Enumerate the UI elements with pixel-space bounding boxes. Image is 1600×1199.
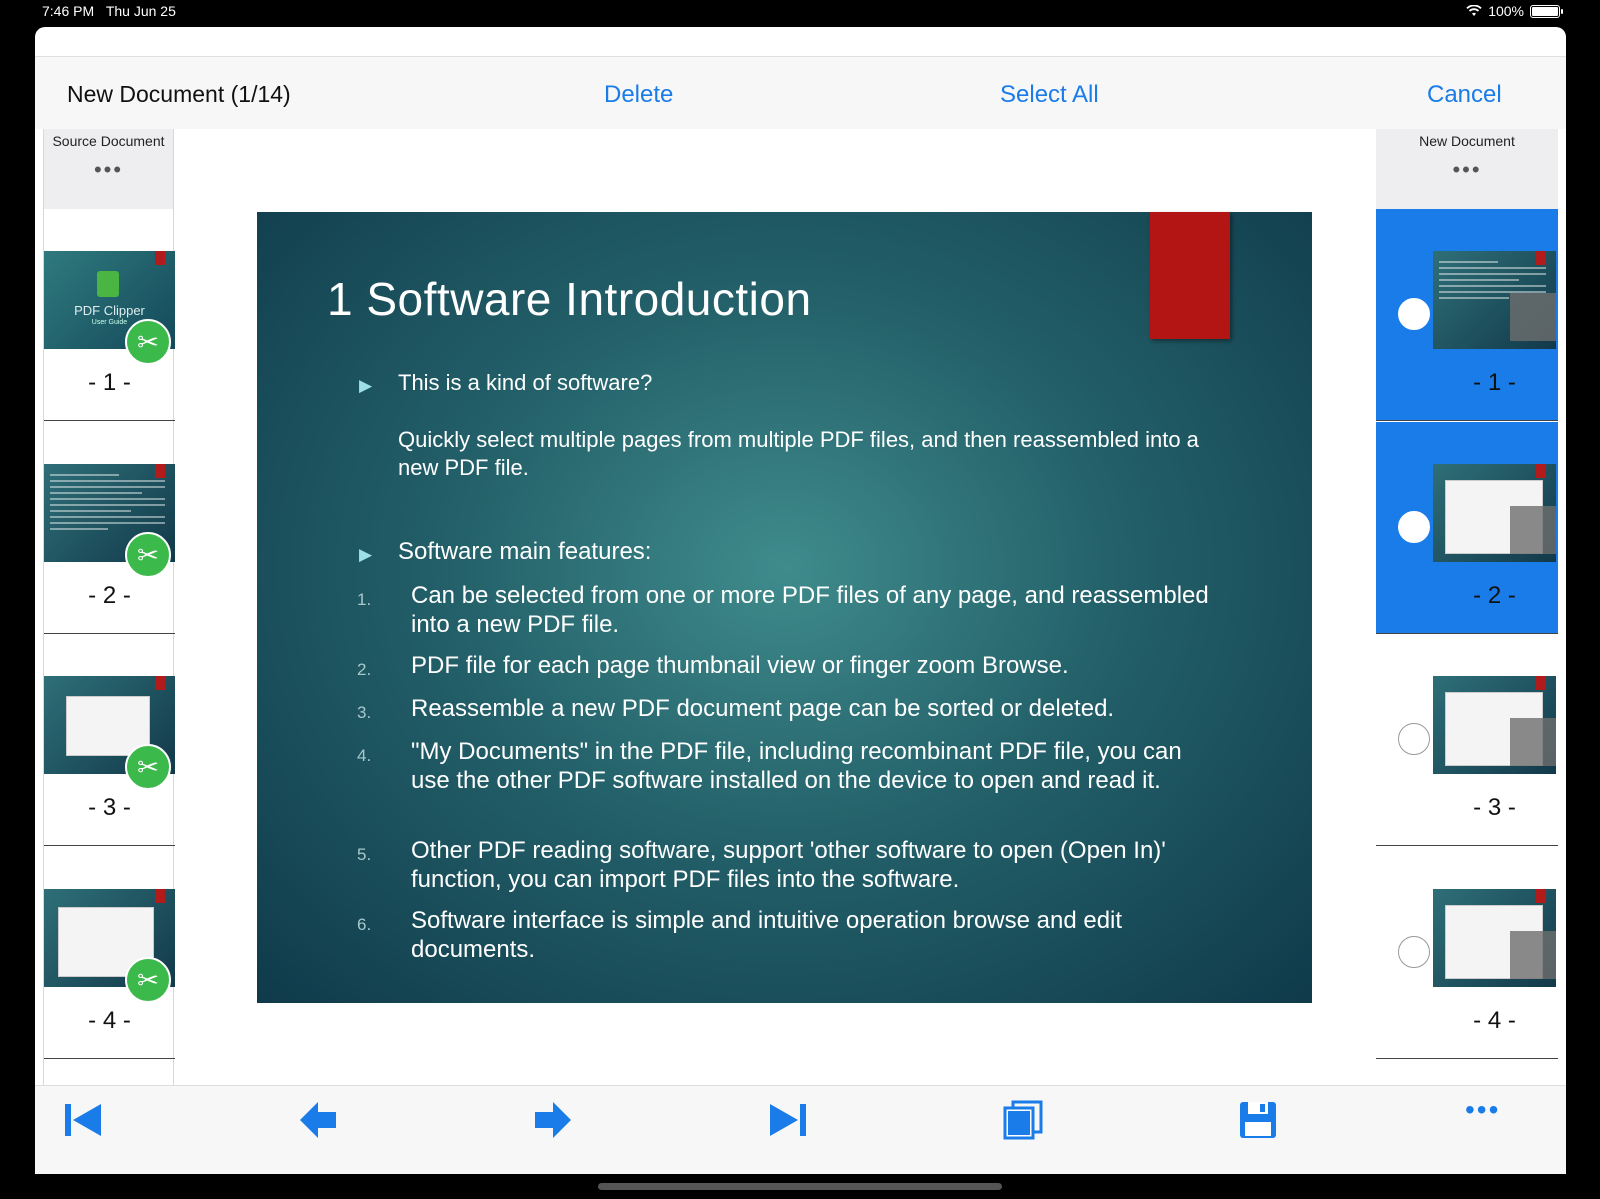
- selection-radio[interactable]: [1398, 723, 1430, 755]
- new-page-3[interactable]: - 3 -: [1376, 634, 1558, 846]
- source-page-2[interactable]: ✂ - 2 -: [44, 422, 175, 634]
- navigation-bar: New Document (1/14) Delete Select All Ca…: [35, 56, 1566, 129]
- page-number: - 3 -: [88, 794, 131, 821]
- new-more-button[interactable]: •••: [1376, 157, 1558, 183]
- selection-radio[interactable]: [1398, 511, 1430, 543]
- slide-preview[interactable]: 1 Software Introduction ▶ This is a kind…: [257, 212, 1312, 1003]
- selection-radio[interactable]: [1398, 298, 1430, 330]
- source-page-3[interactable]: ✂ - 3 -: [44, 634, 175, 846]
- feature-item: PDF file for each page thumbnail view or…: [411, 652, 1069, 679]
- feature-number: 6.: [357, 915, 372, 934]
- next-icon[interactable]: [531, 1098, 575, 1142]
- feature-item: Software interface is simple and intuiti…: [411, 907, 1123, 963]
- slide-question-2: Software main features:: [398, 538, 652, 565]
- new-page-1[interactable]: - 1 -: [1376, 209, 1558, 421]
- slide-title: 1 Software Introduction: [327, 273, 812, 325]
- page-number: - 1 -: [88, 369, 131, 396]
- page-thumbnail: [1433, 889, 1556, 987]
- previous-icon[interactable]: [296, 1098, 340, 1142]
- slide-answer-1: Quickly select multiple pages from multi…: [398, 427, 1199, 480]
- selection-radio[interactable]: [1398, 936, 1430, 968]
- source-more-button[interactable]: •••: [44, 157, 173, 183]
- pdf-clipper-logo-icon: [97, 271, 119, 297]
- more-icon[interactable]: •••: [1465, 1094, 1500, 1126]
- new-document-header: New Document •••: [1376, 129, 1558, 209]
- feature-number: 1.: [357, 590, 372, 609]
- page-number: - 2 -: [1473, 582, 1516, 609]
- source-page-4[interactable]: ✂ - 4 -: [44, 847, 175, 1059]
- scissors-icon[interactable]: ✂: [125, 532, 171, 578]
- page-thumbnail: [1433, 464, 1556, 562]
- feature-number: 2.: [357, 660, 372, 679]
- page-number: - 4 -: [88, 1007, 131, 1034]
- slide-question-1: This is a kind of software?: [398, 370, 653, 395]
- status-right: 100%: [1466, 3, 1563, 19]
- wifi-icon: [1466, 5, 1482, 16]
- first-page-icon[interactable]: [61, 1098, 105, 1142]
- triangle-bullet-icon: ▶: [359, 376, 373, 395]
- scissors-icon[interactable]: ✂: [125, 744, 171, 790]
- feature-item: Other PDF reading software, support 'oth…: [411, 837, 1166, 893]
- home-indicator: [598, 1183, 1002, 1190]
- new-document-label: New Document: [1419, 133, 1515, 149]
- source-page-1[interactable]: PDF Clipper User Guide ✂ - 1 -: [44, 209, 175, 421]
- source-document-label: Source Document: [52, 133, 165, 149]
- triangle-bullet-icon: ▶: [359, 545, 373, 564]
- source-document-header: Source Document •••: [44, 129, 173, 209]
- last-page-icon[interactable]: [766, 1098, 810, 1142]
- thumb-title: PDF Clipper: [74, 303, 145, 318]
- page-number: - 3 -: [1473, 794, 1516, 821]
- document-editor-sheet: New Document (1/14) Delete Select All Ca…: [35, 27, 1566, 1174]
- page-number: - 2 -: [88, 582, 131, 609]
- battery-percent: 100%: [1488, 3, 1524, 19]
- save-icon[interactable]: [1236, 1098, 1280, 1142]
- new-page-2[interactable]: - 2 -: [1376, 422, 1558, 634]
- feature-number: 4.: [357, 746, 372, 765]
- feature-item: Can be selected from one or more PDF fil…: [411, 582, 1209, 638]
- battery-icon: [1530, 4, 1563, 18]
- bottom-toolbar: •••: [35, 1085, 1566, 1174]
- feature-item: "My Documents" in the PDF file, includin…: [411, 738, 1182, 794]
- page-title: New Document (1/14): [67, 81, 291, 107]
- feature-number: 5.: [357, 845, 372, 864]
- cancel-button[interactable]: Cancel: [1427, 81, 1502, 109]
- pages-icon[interactable]: [1001, 1098, 1045, 1142]
- new-document-panel[interactable]: New Document ••• - 1 - - 2 - - 3 - - 4 -: [1376, 129, 1558, 1174]
- delete-button[interactable]: Delete: [604, 81, 673, 109]
- slide-red-bookmark: [1150, 212, 1230, 339]
- status-time: 7:46 PM Thu Jun 25: [42, 3, 176, 19]
- page-thumbnail: [1433, 676, 1556, 774]
- source-document-panel[interactable]: Source Document ••• PDF Clipper User Gui…: [43, 129, 175, 1174]
- new-page-4[interactable]: - 4 -: [1376, 847, 1558, 1059]
- status-bar: 7:46 PM Thu Jun 25 100%: [0, 0, 1600, 26]
- page-thumbnail: [1433, 251, 1556, 349]
- feature-number: 3.: [357, 703, 372, 722]
- page-number: - 1 -: [1473, 369, 1516, 396]
- feature-item: Reassemble a new PDF document page can b…: [411, 695, 1115, 722]
- page-number: - 4 -: [1473, 1007, 1516, 1034]
- scissors-icon[interactable]: ✂: [125, 319, 171, 365]
- select-all-button[interactable]: Select All: [1000, 81, 1099, 109]
- scissors-icon[interactable]: ✂: [125, 957, 171, 1003]
